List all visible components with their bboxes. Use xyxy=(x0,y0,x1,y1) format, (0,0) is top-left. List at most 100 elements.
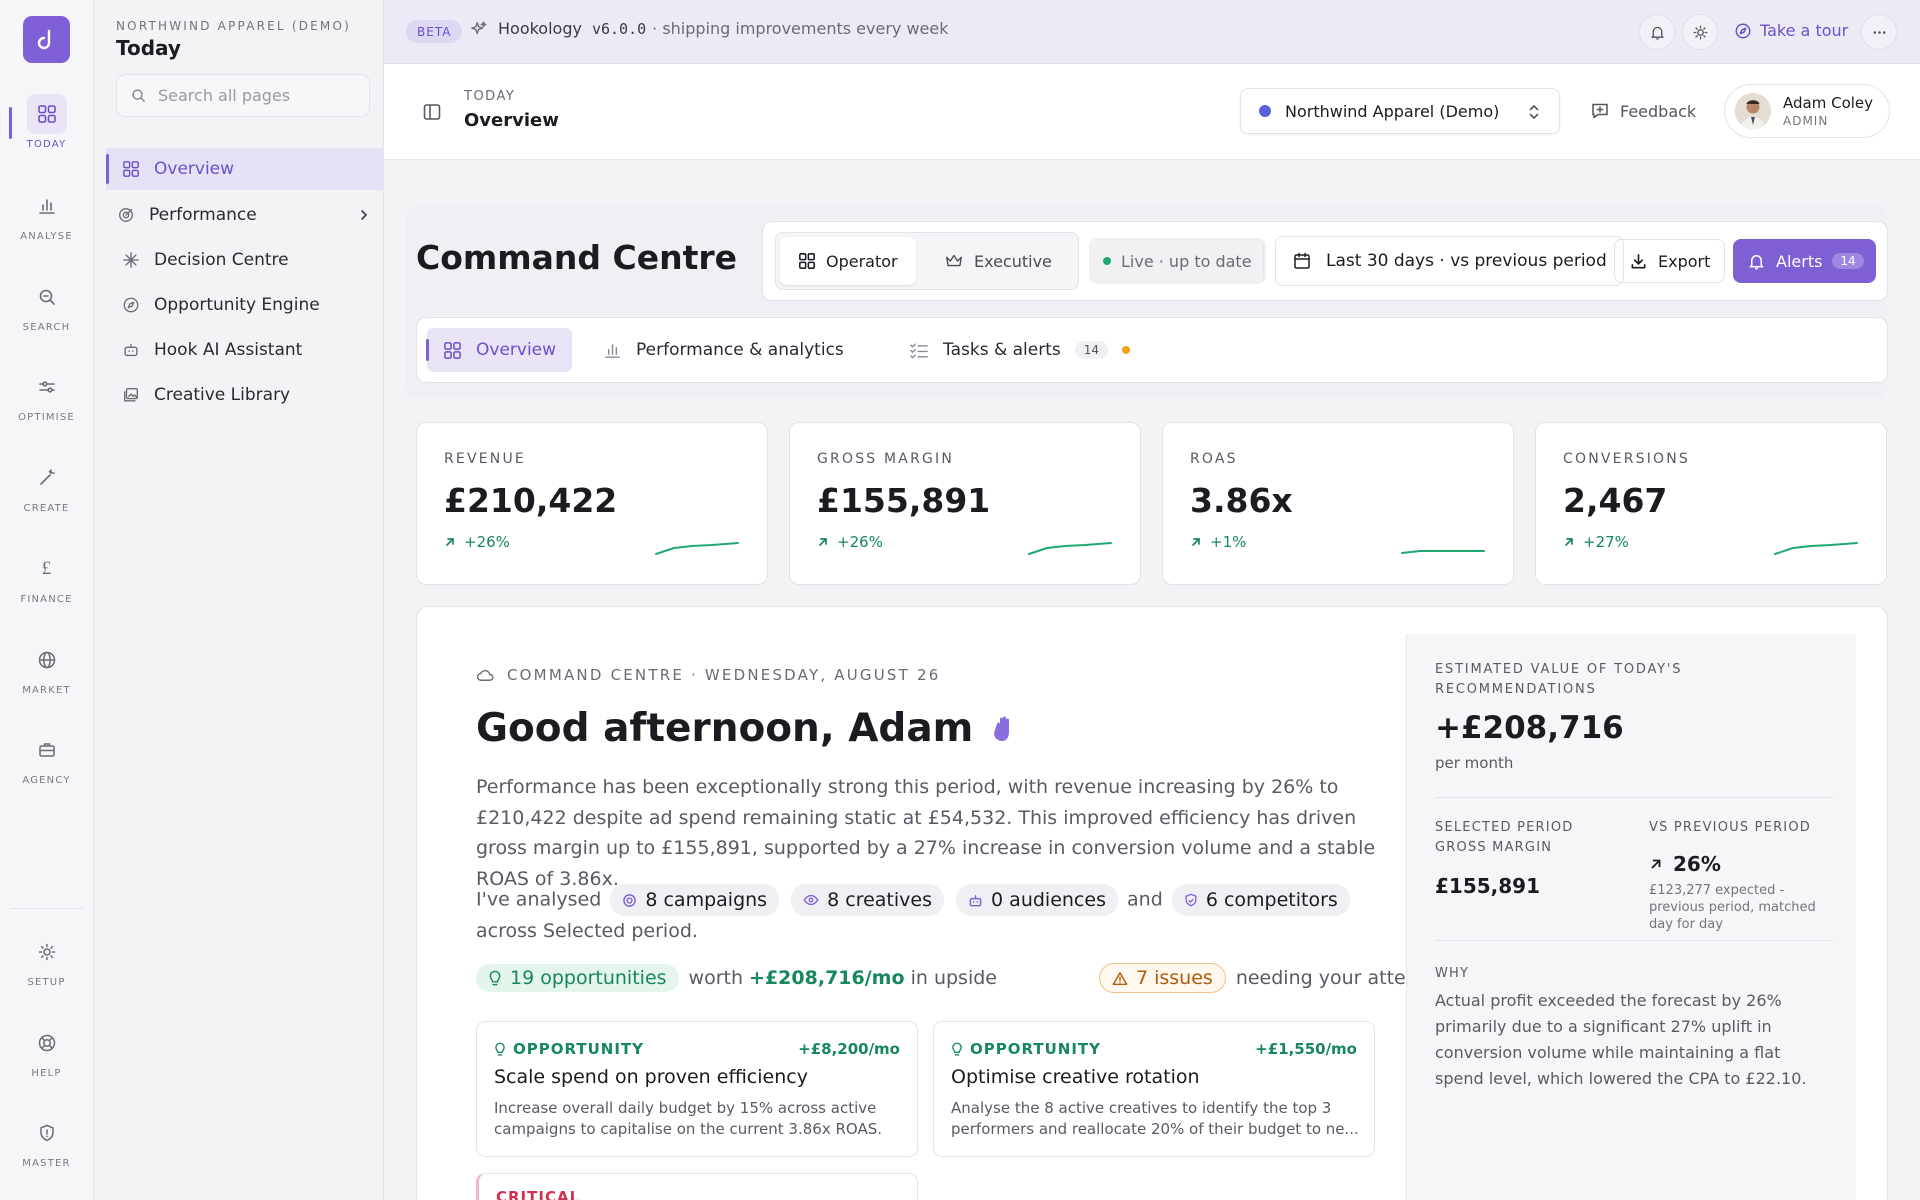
compass-icon xyxy=(122,296,140,314)
mode-label: Executive xyxy=(974,251,1052,271)
bot-icon xyxy=(122,341,140,359)
why-explanation: Actual profit exceeded the forecast by 2… xyxy=(1435,991,1807,1088)
tab-performance-analytics[interactable]: Performance & analytics xyxy=(587,328,860,372)
selected-period-value: £155,891 xyxy=(1435,874,1541,898)
rail-item-create[interactable]: CREATE xyxy=(0,458,93,530)
lightbulb-icon xyxy=(951,1042,963,1057)
notifications-button[interactable] xyxy=(1639,14,1675,50)
sparkline-chart xyxy=(1774,542,1858,555)
hook-logo-icon[interactable] xyxy=(23,16,70,63)
take-tour-link[interactable]: Take a tour xyxy=(1734,21,1848,40)
rail-label: OPTIMISE xyxy=(18,412,75,423)
issues-pill[interactable]: 7 issues xyxy=(1098,963,1226,993)
vs-previous-label: VS PREVIOUS PERIOD xyxy=(1649,820,1811,835)
sidebar-item-hook-ai[interactable]: Hook AI Assistant xyxy=(106,329,384,371)
sidebar-toggle-icon[interactable] xyxy=(422,102,442,122)
arrow-up-right-icon xyxy=(817,536,829,548)
release-banner[interactable]: Hookology v6.0.0 · shipping improvements… xyxy=(470,19,948,38)
tab-overview[interactable]: Overview xyxy=(425,328,573,372)
kpi-card-gross-margin[interactable]: GROSS MARGIN £155,891 +26% xyxy=(789,422,1141,585)
target-icon xyxy=(117,206,135,224)
chip-label: 6 competitors xyxy=(1205,889,1338,911)
opportunity-card[interactable]: OPPORTUNITY +£8,200/mo Scale spend on pr… xyxy=(476,1021,918,1157)
kpi-card-roas[interactable]: ROAS 3.86x +1% xyxy=(1162,422,1514,585)
organization-select[interactable]: Northwind Apparel (Demo) xyxy=(1240,88,1560,134)
theme-toggle-button[interactable] xyxy=(1682,14,1718,50)
feedback-button[interactable]: Feedback xyxy=(1590,101,1696,121)
images-icon xyxy=(122,386,140,404)
chip-label: 8 campaigns xyxy=(645,889,768,911)
critical-card[interactable]: CRITICAL xyxy=(476,1173,918,1200)
rail-item-help[interactable]: HELP xyxy=(0,1023,93,1095)
sidebar-item-performance[interactable]: Performance xyxy=(106,194,384,236)
sidebar-item-opportunity-engine[interactable]: Opportunity Engine xyxy=(106,284,384,326)
kpi-card-revenue[interactable]: REVENUE £210,422 +26% xyxy=(416,422,768,585)
section-tabs: Overview Performance & analytics Tasks &… xyxy=(416,317,1888,383)
opportunities-count: 19 opportunities xyxy=(510,967,667,989)
date-range-button[interactable]: Last 30 days · vs previous period xyxy=(1275,236,1624,286)
arrow-up-right-icon xyxy=(1649,857,1663,871)
kpi-label: REVENUE xyxy=(444,451,526,467)
rail-item-market[interactable]: MARKET xyxy=(0,640,93,712)
tab-tasks-alerts[interactable]: Tasks & alerts 14 xyxy=(893,328,1146,372)
opportunity-title: Optimise creative rotation xyxy=(951,1066,1200,1088)
sidebar-item-label: Decision Centre xyxy=(154,250,289,270)
scope-chip-campaigns[interactable]: 8 campaigns xyxy=(610,884,780,916)
rail-label: TODAY xyxy=(26,139,67,150)
unread-dot xyxy=(1122,346,1131,354)
sparkline-chart xyxy=(1028,542,1112,555)
rail-item-master[interactable]: MASTER xyxy=(0,1113,93,1185)
rail-item-today[interactable]: TODAY xyxy=(0,94,93,166)
kpi-delta: +26% xyxy=(817,533,883,551)
opportunity-body: Analyse the 8 active creatives to identi… xyxy=(951,1099,1359,1138)
sidebar-item-decision-centre[interactable]: Decision Centre xyxy=(106,239,384,281)
rail-item-analyse[interactable]: ANALYSE xyxy=(0,186,93,258)
scope-chip-competitors[interactable]: 6 competitors xyxy=(1171,884,1350,916)
icon-rail: TODAY ANALYSE SEARCH OPTIMISE CREATE £ F… xyxy=(0,0,94,1200)
pound-icon: £ xyxy=(41,558,52,579)
magic-wand-icon xyxy=(27,458,67,498)
chevron-right-icon[interactable] xyxy=(358,209,370,221)
shield-icon xyxy=(27,1113,67,1153)
user-menu[interactable]: Adam Coley ADMIN xyxy=(1724,84,1890,138)
mode-operator-button[interactable]: Operator xyxy=(780,237,916,285)
performance-summary: Performance has been exceptionally stron… xyxy=(476,776,1376,890)
mode-executive-button[interactable]: Executive xyxy=(926,237,1070,285)
rail-label: MASTER xyxy=(22,1158,71,1169)
export-button[interactable]: Export xyxy=(1614,239,1726,283)
release-tagline: · shipping improvements every week xyxy=(652,19,949,38)
scope-chip-creatives[interactable]: 8 creatives xyxy=(791,884,944,916)
sidebar-item-overview[interactable]: Overview xyxy=(106,148,384,190)
scope-chip-audiences[interactable]: 0 audiences xyxy=(956,884,1118,916)
beta-badge: BETA xyxy=(406,20,463,43)
avatar xyxy=(1735,93,1771,129)
rail-item-agency[interactable]: AGENCY xyxy=(0,730,93,802)
rail-item-search[interactable]: SEARCH xyxy=(0,277,93,349)
rail-item-finance[interactable]: £ FINANCE xyxy=(0,549,93,621)
alerts-button[interactable]: Alerts 14 xyxy=(1733,239,1876,283)
briefing-crumb: COMMAND CENTRE · WEDNESDAY, AUGUST 26 xyxy=(476,666,940,684)
bot-icon xyxy=(968,893,983,908)
target-icon xyxy=(622,893,637,908)
spark-icon xyxy=(122,251,140,269)
kpi-value: £210,422 xyxy=(444,481,618,520)
alerts-label: Alerts xyxy=(1776,251,1823,271)
opportunities-pill[interactable]: 19 opportunities xyxy=(476,964,679,992)
kpi-label: CONVERSIONS xyxy=(1563,451,1691,467)
analysis-scope: I've analysed 8 campaigns 8 creatives 0 … xyxy=(476,884,1376,946)
sparkles-icon xyxy=(470,20,488,38)
sidebar-item-label: Opportunity Engine xyxy=(154,295,320,315)
kpi-card-conversions[interactable]: CONVERSIONS 2,467 +27% xyxy=(1535,422,1887,585)
rail-item-optimise[interactable]: OPTIMISE xyxy=(0,367,93,439)
search-input[interactable] xyxy=(158,86,348,105)
more-options-button[interactable] xyxy=(1861,14,1897,50)
sidebar-item-creative-library[interactable]: Creative Library xyxy=(106,374,384,416)
rail-item-setup[interactable]: SETUP xyxy=(0,932,93,1004)
kpi-delta: +1% xyxy=(1190,533,1246,551)
sidebar-search[interactable] xyxy=(116,74,370,117)
breadcrumb: TODAY xyxy=(464,89,516,104)
lightbulb-icon xyxy=(494,1042,506,1057)
calendar-icon xyxy=(1292,251,1312,271)
opportunity-card[interactable]: OPPORTUNITY +£1,550/mo Optimise creative… xyxy=(933,1021,1375,1157)
kpi-label: GROSS MARGIN xyxy=(817,451,955,467)
